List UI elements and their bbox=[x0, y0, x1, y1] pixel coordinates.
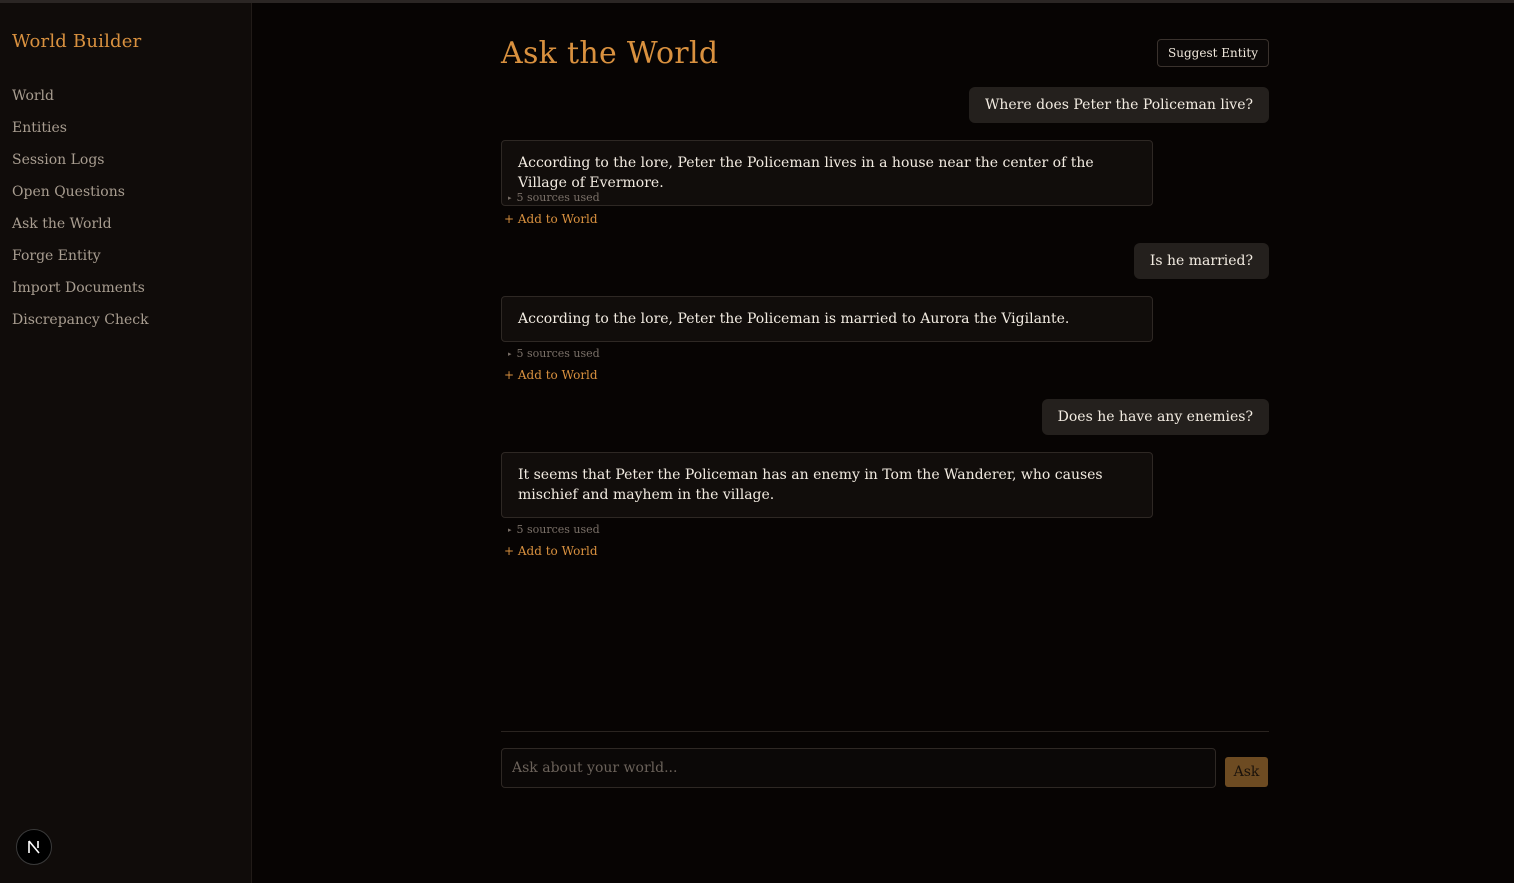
sidebar-item-session-logs[interactable]: Session Logs bbox=[12, 152, 149, 184]
nextjs-dev-badge[interactable] bbox=[16, 829, 52, 865]
sidebar-nav: World Entities Session Logs Open Questio… bbox=[12, 88, 149, 344]
composer-divider bbox=[501, 731, 1269, 732]
user-message: Where does Peter the Policeman live? bbox=[968, 87, 1269, 123]
add-to-world-link[interactable]: + Add to World bbox=[504, 368, 598, 382]
sources-toggle[interactable]: ▸ 5 sources used bbox=[508, 191, 600, 204]
sidebar-item-discrepancy-check[interactable]: Discrepancy Check bbox=[12, 312, 149, 344]
ai-answer: According to the lore, Peter the Policem… bbox=[501, 296, 1153, 342]
sources-label: 5 sources used bbox=[516, 347, 600, 360]
sources-toggle[interactable]: ▸ 5 sources used bbox=[508, 347, 600, 360]
disclosure-triangle-icon: ▸ bbox=[508, 526, 512, 534]
disclosure-triangle-icon: ▸ bbox=[508, 194, 512, 202]
sidebar-item-import-documents[interactable]: Import Documents bbox=[12, 280, 149, 312]
disclosure-triangle-icon: ▸ bbox=[508, 350, 512, 358]
sidebar-item-forge-entity[interactable]: Forge Entity bbox=[12, 248, 149, 280]
nextjs-logo-icon bbox=[28, 840, 40, 854]
sidebar-item-world[interactable]: World bbox=[12, 88, 149, 120]
ask-button[interactable]: Ask bbox=[1225, 757, 1268, 787]
add-to-world-link[interactable]: + Add to World bbox=[504, 212, 598, 226]
sources-label: 5 sources used bbox=[516, 523, 600, 536]
page-title: Ask the World bbox=[501, 36, 719, 71]
ask-input[interactable] bbox=[501, 748, 1216, 788]
main-content: Ask the World Suggest Entity Where does … bbox=[501, 3, 1269, 883]
sidebar-item-open-questions[interactable]: Open Questions bbox=[12, 184, 149, 216]
app-title: World Builder bbox=[12, 31, 142, 52]
sidebar-item-entities[interactable]: Entities bbox=[12, 120, 149, 152]
user-message: Does he have any enemies? bbox=[1041, 399, 1269, 435]
user-message: Is he married? bbox=[1133, 243, 1269, 279]
sources-toggle[interactable]: ▸ 5 sources used bbox=[508, 523, 600, 536]
sources-label: 5 sources used bbox=[516, 191, 600, 204]
sidebar-item-ask-the-world[interactable]: Ask the World bbox=[12, 216, 149, 248]
ai-answer: It seems that Peter the Policeman has an… bbox=[501, 452, 1153, 518]
add-to-world-link[interactable]: + Add to World bbox=[504, 544, 598, 558]
suggest-entity-button[interactable]: Suggest Entity bbox=[1157, 39, 1269, 67]
sidebar: World Builder World Entities Session Log… bbox=[0, 3, 252, 883]
